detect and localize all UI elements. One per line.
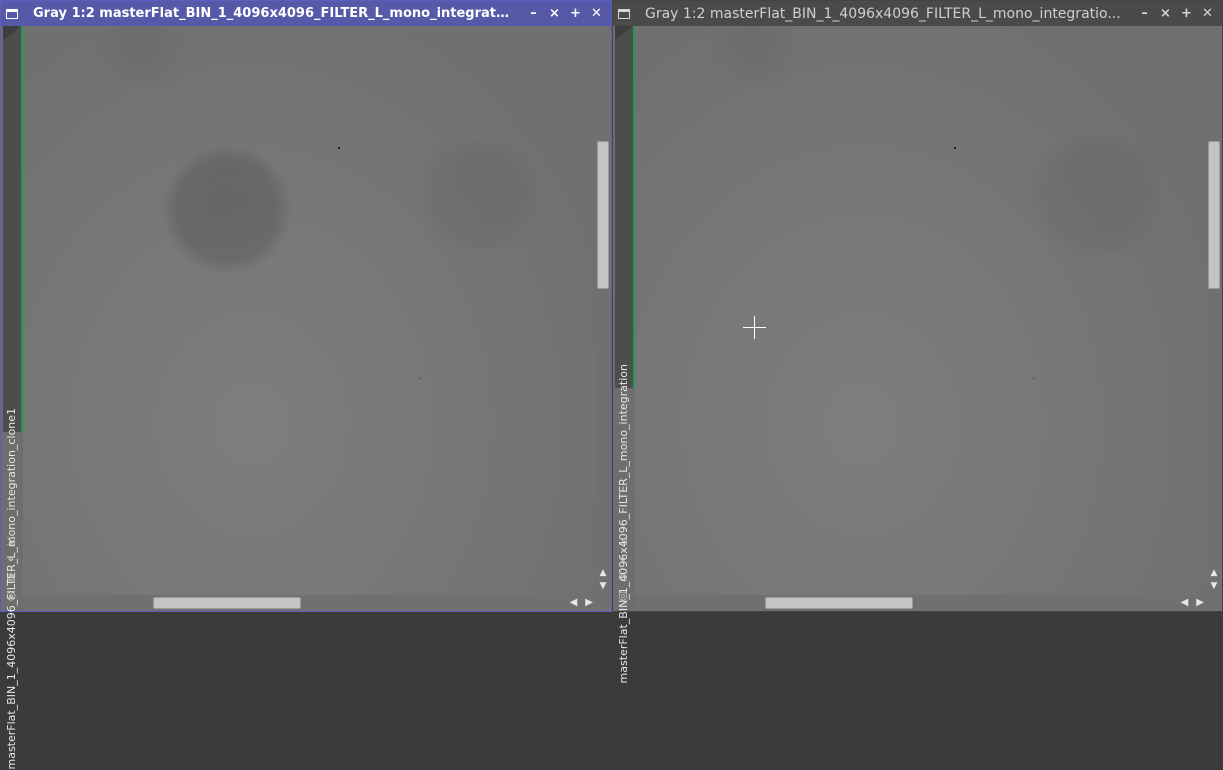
window-icon[interactable] bbox=[618, 8, 630, 19]
dust-donut bbox=[408, 141, 548, 251]
window-titlebar[interactable]: Gray 1:2 masterFlat_BIN_1_4096x4096_FILT… bbox=[1, 1, 611, 26]
target-icon[interactable]: ◎ bbox=[4, 589, 18, 603]
view-identifier-tab[interactable]: masterFlat_BIN_1_4096x4096_FILTER_L_mono… bbox=[615, 26, 636, 683]
scroll-down-icon[interactable]: ▼ bbox=[1206, 580, 1222, 593]
window-title: Gray 1:2 masterFlat_BIN_1_4096x4096_FILT… bbox=[33, 6, 513, 21]
shade-icon[interactable]: ⨯ bbox=[1155, 4, 1176, 24]
horizontal-scrollbar[interactable]: ◀ ▶ bbox=[23, 595, 611, 611]
image-window-original[interactable]: Gray 1:2 masterFlat_BIN_1_4096x4096_FILT… bbox=[612, 0, 1223, 683]
scroll-right-icon[interactable]: ▶ bbox=[1196, 595, 1204, 611]
window-icon[interactable] bbox=[6, 8, 18, 19]
view-identifier-label: masterFlat_BIN_1_4096x4096_FILTER_L_mono… bbox=[617, 364, 630, 684]
image-window-clone[interactable]: Gray 1:2 masterFlat_BIN_1_4096x4096_FILT… bbox=[0, 0, 612, 770]
scroll-left-icon[interactable]: ◀ bbox=[1181, 595, 1189, 611]
view-identifier-tab[interactable]: masterFlat_BIN_1_4096x4096_FILTER_L_mono… bbox=[3, 26, 24, 770]
hot-pixel bbox=[954, 147, 956, 149]
clone-icon[interactable]: ⧉ bbox=[616, 571, 630, 585]
close-icon[interactable]: ✕ bbox=[1197, 4, 1218, 24]
crosshair-icon bbox=[743, 316, 766, 339]
scroll-down-icon[interactable]: ▼ bbox=[595, 580, 611, 593]
horizontal-scroll-thumb[interactable] bbox=[765, 597, 913, 609]
horizontal-scrollbar[interactable]: ◀ ▶ bbox=[635, 595, 1222, 611]
dust-donut bbox=[1020, 136, 1170, 256]
dust-donut bbox=[163, 146, 291, 274]
image-canvas[interactable] bbox=[23, 26, 595, 595]
horizontal-scroll-thumb[interactable] bbox=[153, 597, 301, 609]
image-canvas[interactable] bbox=[635, 26, 1206, 595]
shade-icon[interactable]: ⨯ bbox=[544, 4, 565, 24]
shrink-icon[interactable]: ⇲ bbox=[616, 535, 630, 549]
fit-view-icon[interactable]: ⌖ bbox=[4, 553, 18, 567]
scroll-up-icon[interactable]: ▲ bbox=[1206, 567, 1222, 580]
target-icon[interactable]: ◎ bbox=[616, 589, 630, 603]
window-titlebar[interactable]: Gray 1:2 masterFlat_BIN_1_4096x4096_FILT… bbox=[613, 1, 1222, 26]
vertical-scrollbar[interactable]: ▲ ▼ bbox=[595, 26, 611, 595]
close-icon[interactable]: ✕ bbox=[586, 4, 607, 24]
vertical-scroll-thumb[interactable] bbox=[597, 141, 609, 289]
minimize-icon[interactable]: – bbox=[1134, 4, 1155, 24]
maximize-icon[interactable]: + bbox=[1176, 4, 1197, 24]
hot-pixel bbox=[419, 378, 420, 379]
hot-pixel bbox=[338, 147, 340, 149]
scroll-right-icon[interactable]: ▶ bbox=[585, 595, 593, 611]
scroll-up-icon[interactable]: ▲ bbox=[595, 567, 611, 580]
hot-pixel bbox=[1033, 378, 1034, 379]
fit-view-icon[interactable]: ⌖ bbox=[616, 553, 630, 567]
shrink-icon[interactable]: ⇲ bbox=[4, 535, 18, 549]
vertical-scrollbar[interactable]: ▲ ▼ bbox=[1206, 26, 1222, 595]
clone-icon[interactable]: ⧉ bbox=[4, 571, 18, 585]
window-title: Gray 1:2 masterFlat_BIN_1_4096x4096_FILT… bbox=[645, 5, 1121, 22]
scroll-left-icon[interactable]: ◀ bbox=[570, 595, 578, 611]
vertical-scroll-thumb[interactable] bbox=[1208, 141, 1220, 289]
maximize-icon[interactable]: + bbox=[565, 4, 586, 24]
minimize-icon[interactable]: – bbox=[523, 4, 544, 24]
